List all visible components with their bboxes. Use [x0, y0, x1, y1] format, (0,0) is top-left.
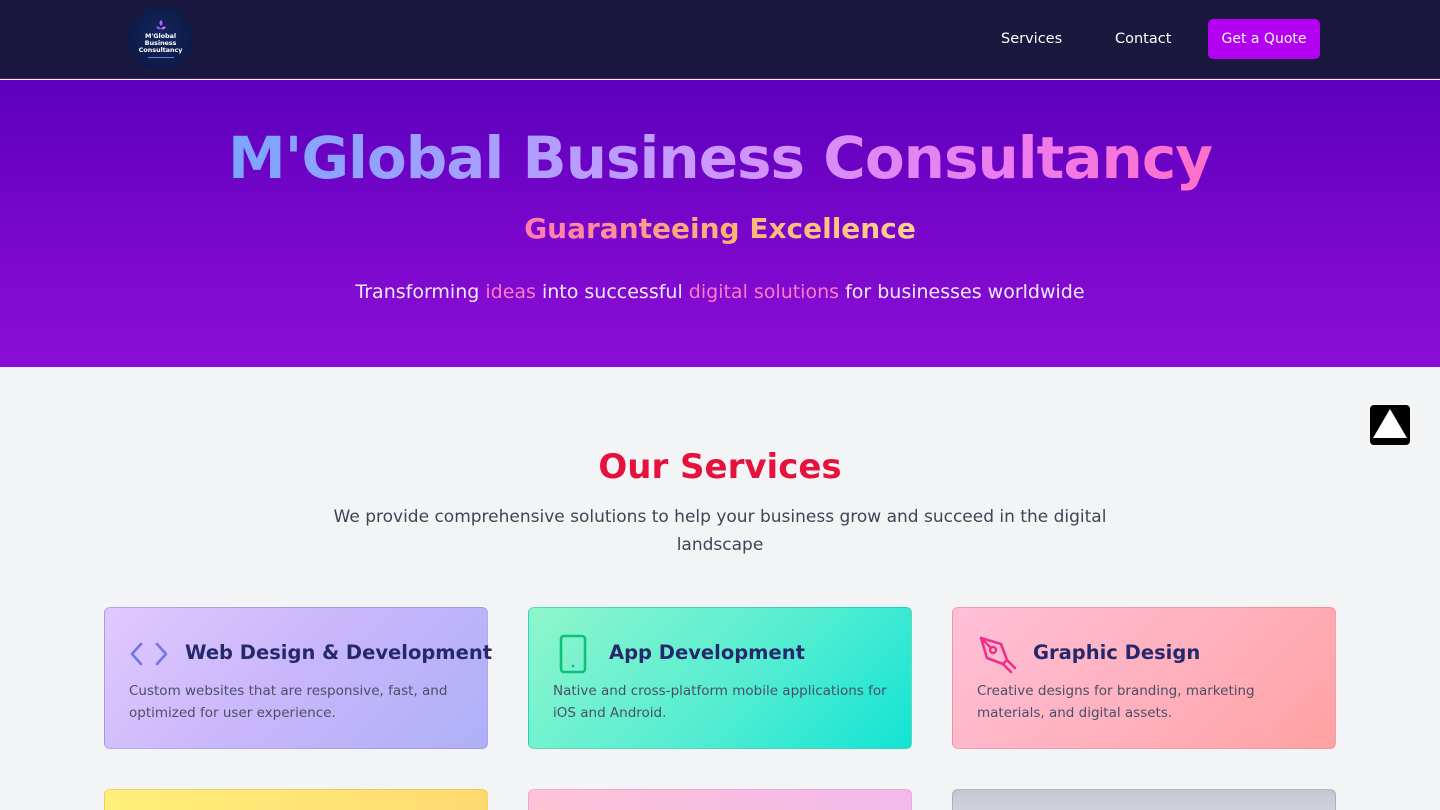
- top-navbar: M'Global Business Consultancy Services C…: [0, 0, 1440, 79]
- hero-section: M'Global Business Consultancy Guaranteei…: [0, 80, 1440, 367]
- logo-text-line: Consultancy: [138, 45, 183, 54]
- service-card-graphic-design[interactable]: Graphic Design Creative designs for bran…: [952, 607, 1336, 749]
- service-card-description: Custom websites that are responsive, fas…: [129, 683, 448, 721]
- service-card-description: Creative designs for branding, marketing…: [977, 683, 1255, 721]
- hero-title: M'Global Business Consultancy: [0, 120, 1440, 196]
- service-card-title: Graphic Design: [1033, 641, 1201, 664]
- code-icon: [130, 642, 168, 666]
- pen-tool-icon: [979, 636, 1017, 674]
- hero-subtitle: Transforming ideas into successful digit…: [0, 278, 1440, 306]
- nav-link-services[interactable]: Services: [1001, 29, 1062, 49]
- nav-link-contact[interactable]: Contact: [1115, 29, 1171, 49]
- service-card-web-design[interactable]: Web Design & Development Custom websites…: [104, 607, 492, 749]
- services-section-title: Our Services: [598, 447, 842, 487]
- logo-underline: [147, 56, 174, 58]
- hero-tagline-text: Guaranteeing Excellence: [524, 212, 916, 245]
- hero-subtitle-highlight: digital solutions: [688, 281, 840, 303]
- service-card-title: App Development: [609, 641, 805, 664]
- hero-subtitle-part: Transforming: [355, 281, 486, 303]
- hero-title-text: M'Global Business Consultancy: [227, 124, 1213, 192]
- service-card[interactable]: [952, 789, 1336, 810]
- hero-tagline: Guaranteeing Excellence: [0, 210, 1440, 248]
- service-card[interactable]: [528, 789, 912, 810]
- service-card-title: Web Design & Development: [185, 641, 493, 664]
- services-section-description: We provide comprehensive solutions to he…: [333, 507, 1107, 555]
- warning-triangle-icon: [1370, 409, 1407, 445]
- floating-widget-icon[interactable]: [1370, 405, 1410, 445]
- mobile-phone-icon: [559, 634, 587, 674]
- get-quote-button[interactable]: Get a Quote: [1208, 19, 1320, 59]
- hero-subtitle-part: into successful: [535, 281, 689, 303]
- company-logo[interactable]: M'Global Business Consultancy: [128, 6, 193, 71]
- service-card[interactable]: [104, 789, 488, 810]
- hero-subtitle-highlight: ideas: [485, 281, 536, 303]
- hero-subtitle-part: for businesses worldwide: [839, 281, 1085, 303]
- service-card-description: Native and cross-platform mobile applica…: [553, 683, 887, 721]
- service-card-app-development[interactable]: App Development Native and cross-platfor…: [528, 607, 912, 749]
- logo-mark-icon: [155, 19, 166, 29]
